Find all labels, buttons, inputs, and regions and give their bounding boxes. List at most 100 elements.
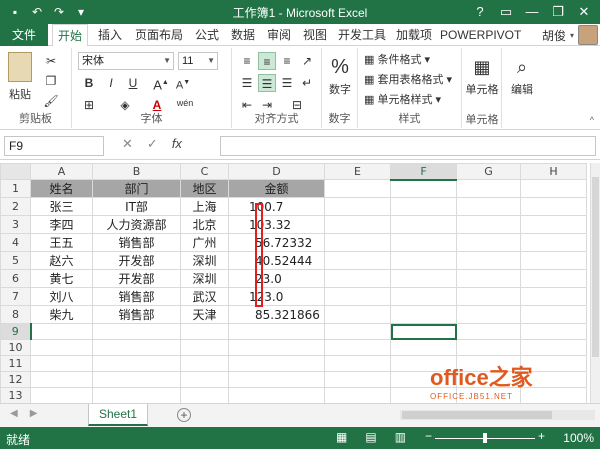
cell[interactable]: 北京 — [180, 215, 229, 234]
cell[interactable]: 销售部 — [92, 287, 181, 306]
cell[interactable]: 广州 — [180, 233, 229, 252]
align-bottom-icon[interactable]: ≡ — [278, 52, 296, 70]
cell[interactable] — [180, 387, 229, 403]
vertical-scroll-thumb[interactable] — [592, 177, 599, 357]
cell[interactable] — [92, 387, 181, 403]
cell[interactable] — [456, 323, 521, 340]
enter-icon[interactable]: ✓ — [147, 136, 158, 152]
cell[interactable] — [324, 305, 391, 324]
sheet-tab-sheet1[interactable]: Sheet1 — [88, 404, 148, 426]
cell[interactable]: 柴九 — [30, 305, 93, 324]
cell[interactable] — [324, 371, 391, 388]
cell[interactable] — [324, 215, 391, 234]
cell[interactable] — [180, 339, 229, 356]
font-name-select[interactable]: 宋体 ▼ — [78, 52, 174, 70]
zoom-level[interactable]: 100% — [563, 431, 594, 445]
restore-icon[interactable]: ❐ — [546, 2, 570, 22]
row-header[interactable]: 5 — [0, 251, 31, 270]
wrap-text-icon[interactable]: ↵ — [298, 74, 316, 92]
tab-page-layout[interactable]: 页面布局 — [130, 24, 188, 46]
cell[interactable] — [92, 323, 181, 340]
cell[interactable]: 金额 — [228, 179, 325, 198]
page-layout-view-icon[interactable]: ▤ — [365, 430, 376, 444]
cell[interactable] — [520, 215, 587, 234]
shrink-font-icon[interactable]: A▼ — [174, 74, 192, 92]
cell[interactable] — [92, 355, 181, 372]
insert-function-icon[interactable]: fx — [172, 136, 182, 152]
cell[interactable]: 赵六 — [30, 251, 93, 270]
next-sheet-icon[interactable]: ▶ — [30, 408, 38, 419]
cell[interactable] — [520, 179, 587, 198]
column-header[interactable]: A — [30, 163, 93, 180]
copy-icon[interactable]: ❐ — [42, 72, 60, 90]
cell[interactable]: 56.72332 — [228, 233, 325, 252]
cell[interactable]: 100.7 — [228, 197, 325, 216]
zoom-in-icon[interactable]: + — [538, 429, 545, 443]
cell[interactable] — [520, 233, 587, 252]
cell-styles-button[interactable]: ▦ 单元格样式 ▾ — [364, 92, 441, 108]
orientation-icon[interactable]: ↗ — [298, 52, 316, 70]
cell[interactable] — [390, 233, 457, 252]
cell[interactable] — [30, 355, 93, 372]
cell[interactable]: 王五 — [30, 233, 93, 252]
add-sheet-icon[interactable]: + — [177, 408, 191, 422]
tab-file[interactable]: 文件 — [0, 24, 48, 46]
user-account[interactable]: 胡俊 ▾ — [542, 25, 598, 45]
row-header[interactable]: 12 — [0, 371, 31, 388]
cell[interactable] — [390, 305, 457, 324]
minimize-icon[interactable]: — — [520, 2, 544, 22]
page-break-view-icon[interactable]: ▥ — [395, 430, 406, 444]
active-cell[interactable] — [390, 323, 457, 340]
tab-developer[interactable]: 开发工具 — [334, 24, 390, 46]
column-header[interactable]: G — [456, 163, 521, 180]
cell[interactable]: 刘八 — [30, 287, 93, 306]
cell[interactable]: 开发部 — [92, 269, 181, 288]
grow-font-icon[interactable]: A▲ — [152, 74, 170, 92]
cell[interactable]: 张三 — [30, 197, 93, 216]
cell[interactable] — [390, 287, 457, 306]
normal-view-icon[interactable]: ▦ — [336, 430, 347, 444]
align-center-icon[interactable]: ☰ — [258, 74, 276, 92]
cell[interactable] — [520, 251, 587, 270]
cell[interactable]: 李四 — [30, 215, 93, 234]
cell[interactable]: 武汉 — [180, 287, 229, 306]
row-header[interactable]: 7 — [0, 287, 31, 306]
cell[interactable]: 85.321866 — [228, 305, 325, 324]
cell[interactable]: 23.0 — [228, 269, 325, 288]
column-header[interactable]: H — [520, 163, 587, 180]
cell[interactable]: 103.32 — [228, 215, 325, 234]
cell[interactable] — [390, 339, 457, 356]
select-all-corner[interactable] — [0, 163, 31, 180]
cut-icon[interactable]: ✂ — [42, 52, 60, 70]
cell[interactable] — [456, 215, 521, 234]
italic-icon[interactable]: I — [102, 74, 120, 92]
cell[interactable]: 天津 — [180, 305, 229, 324]
prev-sheet-icon[interactable]: ◀ — [10, 408, 18, 419]
tab-view[interactable]: 视图 — [298, 24, 332, 46]
column-header[interactable]: E — [324, 163, 391, 180]
cell[interactable]: 黄七 — [30, 269, 93, 288]
cell[interactable] — [324, 323, 391, 340]
cell[interactable] — [324, 355, 391, 372]
cell[interactable] — [456, 305, 521, 324]
underline-icon[interactable]: U — [124, 74, 142, 92]
font-size-select[interactable]: 11 ▼ — [178, 52, 218, 70]
cancel-icon[interactable]: ✕ — [122, 136, 133, 152]
tab-addins[interactable]: 加载项 — [392, 24, 436, 46]
cell[interactable]: 123.0 — [228, 287, 325, 306]
cell[interactable] — [520, 305, 587, 324]
cell[interactable] — [30, 371, 93, 388]
cell[interactable] — [390, 269, 457, 288]
cell[interactable]: 40.52444 — [228, 251, 325, 270]
vertical-scrollbar[interactable] — [590, 163, 600, 403]
row-header[interactable]: 8 — [0, 305, 31, 324]
cell[interactable] — [324, 179, 391, 198]
cell[interactable] — [456, 287, 521, 306]
close-icon[interactable]: ✕ — [572, 2, 596, 22]
name-box[interactable]: F9 — [4, 136, 104, 156]
row-header[interactable]: 1 — [0, 179, 31, 198]
formula-input[interactable] — [220, 136, 596, 156]
cell[interactable] — [520, 287, 587, 306]
cell[interactable] — [228, 323, 325, 340]
row-header[interactable]: 10 — [0, 339, 31, 356]
